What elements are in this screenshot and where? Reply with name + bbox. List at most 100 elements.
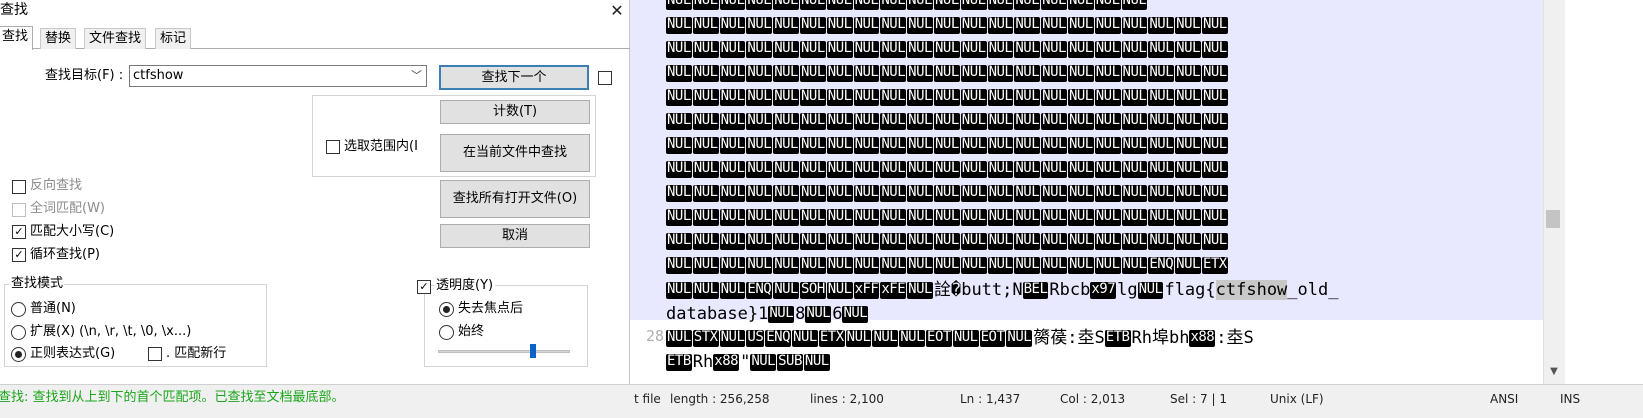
- control-char-token: BEL: [1022, 281, 1049, 299]
- control-char-token: NUL: [933, 64, 960, 82]
- control-char-token: NUL: [805, 305, 832, 323]
- tab-mark[interactable]: 标记: [155, 28, 192, 49]
- tab-find[interactable]: 查找: [0, 26, 34, 50]
- control-char-token: NUL: [1201, 208, 1228, 226]
- editor-text-area[interactable]: NUL NUL NUL NUL NUL NUL NUL NUL NUL NUL NUL NUL NUL N…: [630, 0, 1543, 375]
- control-char-token: NUL: [1148, 64, 1175, 82]
- control-char-token: NUL: [960, 0, 987, 10]
- control-char-token: NUL: [799, 0, 826, 10]
- editor-text: flag{: [1164, 280, 1216, 300]
- search-mode-title: 查找模式: [10, 275, 65, 293]
- tab-find-in-files[interactable]: 文件查找: [84, 28, 147, 49]
- editor-line: NUL NUL NUL NUL NUL NUL NUL NUL NUL NUL NUL NUL NUL N…: [666, 158, 1229, 182]
- text-editor[interactable]: NUL NUL NUL NUL NUL NUL NUL NUL NUL NUL NUL NUL NUL N…: [630, 0, 1643, 418]
- control-char-token: NUL: [907, 136, 933, 154]
- find-next-option-checkbox[interactable]: [598, 71, 612, 85]
- close-button[interactable]: ✕: [604, 0, 630, 22]
- dot-matches-newline-checkbox[interactable]: [148, 347, 162, 361]
- wrap-around-label: 循环查找(P): [30, 247, 100, 262]
- control-char-token: NUL: [1067, 136, 1094, 154]
- control-char-token: NUL: [773, 256, 799, 274]
- control-char-token: NUL: [1148, 88, 1175, 106]
- count-button[interactable]: 计数(T): [440, 100, 590, 124]
- control-char-token: NUL: [692, 40, 719, 58]
- control-char-token: NUL: [960, 160, 987, 178]
- regex-mode-radio[interactable]: [11, 347, 26, 362]
- find-what-label: 查找目标(F) :: [45, 68, 124, 83]
- find-all-open-files-button[interactable]: 查找所有打开文件(O): [440, 180, 590, 218]
- on-lose-focus-radio[interactable]: [439, 302, 454, 317]
- dot-matches-newline-label: . 匹配新行: [166, 346, 227, 361]
- control-char-token: NUL: [1201, 160, 1228, 178]
- control-char-token: NUL: [1121, 16, 1148, 34]
- control-char-token: NUL: [826, 40, 853, 58]
- extended-mode-radio[interactable]: [11, 325, 26, 340]
- control-char-token: NUL: [960, 16, 987, 34]
- control-char-token: NUL: [773, 88, 799, 106]
- control-char-token: NUL: [960, 208, 987, 226]
- control-char-token: NUL: [1175, 40, 1201, 58]
- control-char-token: NUL: [1006, 329, 1033, 347]
- control-char-token: NUL: [1014, 232, 1041, 250]
- find-in-current-file-button[interactable]: 在当前文件中查找: [440, 134, 590, 172]
- control-char-token: NUL: [842, 305, 869, 323]
- control-char-token: NUL: [907, 64, 933, 82]
- in-selection-checkbox[interactable]: [326, 140, 340, 154]
- control-char-token: NUL: [719, 88, 746, 106]
- control-char-token: NUL: [933, 88, 960, 106]
- status-field: ANSI: [1490, 392, 1519, 406]
- transparency-checkbox[interactable]: ✓: [417, 280, 431, 294]
- tab-replace[interactable]: 替换: [40, 28, 77, 49]
- control-char-token: xFE: [880, 281, 907, 299]
- scrollbar-thumb[interactable]: [1546, 210, 1560, 228]
- transparency-slider[interactable]: [438, 350, 570, 353]
- transparency-slider-thumb[interactable]: [530, 344, 537, 358]
- control-char-token: NUL: [719, 136, 746, 154]
- chevron-down-icon[interactable]: ﹀: [411, 66, 422, 86]
- control-char-token: NUL: [746, 208, 773, 226]
- control-char-token: NUL: [719, 0, 746, 10]
- editor-line: NUL NUL NUL NUL NUL NUL NUL NUL NUL NUL NUL NUL NUL N…: [666, 134, 1229, 158]
- wrap-around-checkbox[interactable]: ✓: [12, 248, 26, 262]
- control-char-token: NUL: [880, 40, 907, 58]
- control-char-token: NUL: [1067, 40, 1094, 58]
- match-case-checkbox[interactable]: ✓: [12, 225, 26, 239]
- control-char-token: NUL: [853, 40, 880, 58]
- control-char-token: NUL: [880, 160, 907, 178]
- backward-checkbox[interactable]: [12, 180, 26, 194]
- control-char-token: NUL: [826, 16, 853, 34]
- find-next-button[interactable]: 查找下一个: [439, 65, 589, 90]
- control-char-token: NUL: [826, 88, 853, 106]
- always-radio[interactable]: [439, 325, 454, 340]
- control-char-token: NUL: [773, 184, 799, 202]
- control-char-token: NUL: [799, 40, 826, 58]
- control-char-token: NUL: [1094, 232, 1121, 250]
- editor-text: lg: [1117, 280, 1138, 300]
- scroll-down-icon[interactable]: ▼: [1543, 366, 1565, 377]
- cancel-button[interactable]: 取消: [440, 224, 590, 248]
- control-char-token: NUL: [1067, 64, 1094, 82]
- control-char-token: NUL: [1041, 256, 1067, 274]
- control-char-token: NUL: [1121, 64, 1148, 82]
- control-char-token: NUL: [1121, 40, 1148, 58]
- control-char-token: NUL: [1201, 16, 1228, 34]
- control-char-token: NUL: [907, 0, 933, 10]
- control-char-token: NUL: [719, 40, 746, 58]
- vertical-scrollbar[interactable]: [1543, 0, 1565, 384]
- normal-mode-radio[interactable]: [11, 302, 26, 317]
- control-char-token: NUL: [746, 232, 773, 250]
- editor-line: NUL NUL NUL NUL NUL NUL NUL NUL NUL NUL NUL NUL NUL N…: [666, 62, 1229, 86]
- control-char-token: NUL: [880, 232, 907, 250]
- control-char-token: NUL: [880, 64, 907, 82]
- control-char-token: x88: [713, 353, 740, 371]
- control-char-token: NUL: [1094, 208, 1121, 226]
- control-char-token: NUL: [773, 112, 799, 130]
- control-char-token: NUL: [1041, 40, 1067, 58]
- control-char-token: NUL: [1148, 184, 1175, 202]
- editor-line: NUL NUL NUL NUL NUL NUL NUL NUL NUL NUL NUL NUL NUL N…: [666, 38, 1229, 62]
- control-char-token: NUL: [1121, 160, 1148, 178]
- find-what-combobox[interactable]: ctfshow ﹀: [129, 65, 427, 87]
- control-char-token: NUL: [987, 232, 1014, 250]
- control-char-token: x97: [1090, 281, 1117, 299]
- control-char-token: NUL: [1175, 16, 1201, 34]
